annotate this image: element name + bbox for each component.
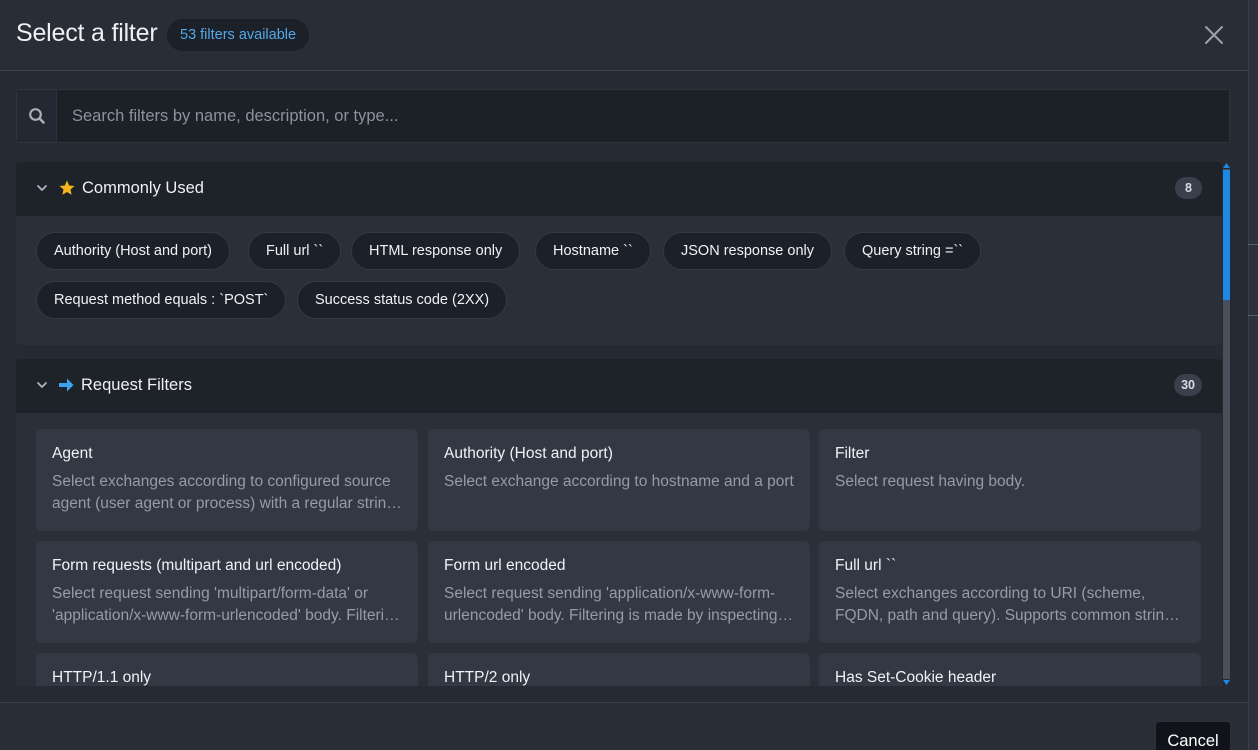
filter-card-description: Select exchanges according to URI (schem…	[835, 585, 1173, 624]
star-icon	[59, 180, 75, 195]
filter-card-description: Select exchanges according to configured…	[52, 473, 395, 512]
divider	[1248, 315, 1258, 316]
filter-card[interactable]: Agent Select exchanges according to conf…	[36, 429, 418, 531]
filter-chip[interactable]: JSON response only	[663, 232, 832, 270]
close-icon	[1205, 26, 1223, 44]
chevron-down-icon	[37, 382, 47, 388]
filter-card-title: HTTP/1.1 only	[52, 669, 152, 686]
filter-card[interactable]: Authority (Host and port) Select exchang…	[428, 429, 810, 531]
section-count-badge: 30	[1174, 374, 1202, 396]
filter-chip[interactable]: HTML response only	[351, 232, 521, 270]
filter-card-description: Select exchange according to hostname an…	[444, 473, 794, 490]
section-title: Commonly Used	[82, 179, 204, 197]
search-bar	[16, 89, 1230, 143]
background-window-edge	[1248, 0, 1258, 750]
filter-card-title: Authority (Host and port)	[444, 445, 613, 462]
filter-card[interactable]: Has Set-Cookie header	[819, 653, 1201, 686]
search-icon-box	[17, 90, 57, 142]
filter-selection-dialog: Select a filter 53 filters available Sea…	[0, 0, 1258, 750]
filter-card-title: Filter	[835, 445, 870, 462]
filter-chip[interactable]: Query string =``	[844, 232, 982, 270]
vertical-scrollbar[interactable]	[1222, 162, 1231, 686]
filter-card[interactable]: HTTP/1.1 only	[36, 653, 418, 686]
cancel-button[interactable]: Cancel	[1155, 721, 1231, 750]
filter-card-title: HTTP/2 only	[444, 669, 531, 686]
filter-card[interactable]: HTTP/2 only	[428, 653, 810, 686]
filter-chip[interactable]: Request method equals : `POST`	[36, 281, 287, 319]
filter-card-title: Full url ``	[835, 557, 897, 574]
search-input[interactable]	[57, 90, 1229, 142]
filter-list-scroll-area[interactable]: Commonly Used 8 Authority (Host and port…	[16, 162, 1222, 686]
arrow-right-icon	[59, 378, 74, 392]
scrollbar-thumb[interactable]	[1223, 170, 1230, 300]
section-header-request-filters[interactable]: Request Filters 30	[16, 359, 1222, 413]
close-button[interactable]	[1202, 23, 1226, 47]
section-commonly-used: Commonly Used 8 Authority (Host and port…	[16, 162, 1222, 345]
section-request-filters: Request Filters 30 Agent Select exchange…	[16, 359, 1222, 686]
filter-chip[interactable]: Success status code (2XX)	[297, 281, 508, 319]
dialog-footer: Cancel	[0, 702, 1248, 750]
filter-card-description: Select request sending 'multipart/form-d…	[52, 585, 402, 624]
dialog-header: Select a filter 53 filters available	[0, 0, 1248, 71]
filter-card-description: Select request sending 'application/x-ww…	[444, 585, 778, 624]
divider	[1248, 244, 1258, 245]
scroll-up-arrow-icon[interactable]	[1223, 162, 1230, 168]
filter-card[interactable]: Filter Select request having body.	[819, 429, 1201, 531]
filter-card[interactable]: Form url encoded Select request sending …	[428, 541, 810, 643]
filter-card-title: Has Set-Cookie header	[835, 669, 997, 686]
scroll-down-arrow-icon[interactable]	[1223, 680, 1230, 686]
search-icon	[28, 108, 45, 124]
dialog-title: Select a filter	[16, 19, 158, 47]
chevron-down-icon	[37, 185, 47, 191]
filter-chip[interactable]: Hostname ``	[535, 232, 651, 270]
section-count-badge: 8	[1175, 177, 1202, 199]
filter-card[interactable]: Full url `` Select exchanges according t…	[819, 541, 1201, 643]
filter-card[interactable]: Form requests (multipart and url encoded…	[36, 541, 418, 643]
filter-card-title: Agent	[52, 445, 93, 462]
section-header-commonly-used[interactable]: Commonly Used 8	[16, 162, 1222, 216]
filter-chip[interactable]: Full url ``	[248, 232, 342, 270]
filter-card-title: Form url encoded	[444, 557, 566, 574]
filter-card-description: Select request having body.	[835, 473, 1026, 490]
filter-card-title: Form requests (multipart and url encoded…	[52, 557, 342, 574]
filter-chip[interactable]: Authority (Host and port)	[36, 232, 230, 270]
section-title: Request Filters	[81, 376, 192, 394]
filters-count-badge: 53 filters available	[167, 19, 310, 51]
